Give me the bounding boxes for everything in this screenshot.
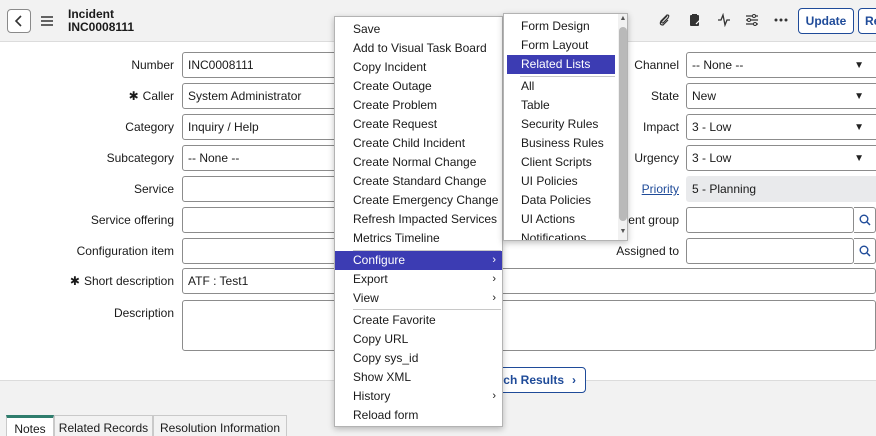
menu-item-history[interactable]: History › bbox=[335, 387, 502, 406]
context-menu: Save Add to Visual Task Board Copy Incid… bbox=[334, 16, 503, 427]
menu-item-create-standard-change[interactable]: Create Standard Change bbox=[335, 172, 502, 191]
description-label: Description bbox=[113, 306, 174, 320]
menu-item-export[interactable]: Export › bbox=[335, 270, 502, 289]
scroll-down-icon[interactable]: ▼ bbox=[618, 228, 627, 238]
caller-label: ✱ Caller bbox=[128, 89, 174, 103]
tab-notes[interactable]: Notes bbox=[6, 415, 54, 436]
scroll-up-icon[interactable]: ▲ bbox=[618, 15, 627, 25]
paperclip-icon[interactable] bbox=[657, 12, 673, 28]
subcategory-label: Subcategory bbox=[106, 151, 174, 165]
channel-select[interactable]: -- None -- ▼ bbox=[686, 52, 876, 78]
submenu-item-ui-actions[interactable]: UI Actions bbox=[504, 210, 614, 229]
submenu-item-form-design[interactable]: Form Design bbox=[504, 17, 614, 36]
chevron-down-icon: ▼ bbox=[854, 121, 864, 133]
search-icon bbox=[859, 214, 871, 226]
menu-item-save[interactable]: Save bbox=[335, 20, 502, 39]
update-button[interactable]: Update bbox=[798, 8, 854, 34]
chevron-right-icon: › bbox=[492, 292, 496, 304]
service-label: Service bbox=[133, 182, 174, 196]
settings-sliders-icon[interactable] bbox=[744, 12, 760, 28]
chevron-right-icon: › bbox=[492, 273, 496, 285]
activity-icon[interactable] bbox=[716, 12, 732, 28]
menu-item-copy-incident[interactable]: Copy Incident bbox=[335, 58, 502, 77]
scrollbar-thumb[interactable] bbox=[619, 27, 627, 221]
submenu-item-all[interactable]: All bbox=[504, 77, 614, 96]
menu-item-refresh-impacted-services[interactable]: Refresh Impacted Services bbox=[335, 210, 502, 229]
menu-item-copy-url[interactable]: Copy URL bbox=[335, 330, 502, 349]
menu-item-create-outage[interactable]: Create Outage bbox=[335, 77, 502, 96]
tab-related-records[interactable]: Related Records bbox=[54, 415, 153, 436]
menu-item-metrics-timeline[interactable]: Metrics Timeline bbox=[335, 229, 502, 248]
number-field[interactable]: INC0008111 bbox=[182, 52, 342, 78]
assignment-group-lookup-button[interactable] bbox=[854, 207, 876, 233]
mandatory-marker: ✱ bbox=[69, 274, 80, 288]
configuration-item-label: Configuration item bbox=[76, 244, 174, 258]
assigned-to-label: Assigned to bbox=[616, 244, 679, 258]
service-offering-label: Service offering bbox=[90, 213, 174, 227]
menu-item-add-to-visual-task-board[interactable]: Add to Visual Task Board bbox=[335, 39, 502, 58]
subcategory-select[interactable]: -- None -- bbox=[182, 145, 342, 171]
search-icon bbox=[859, 245, 871, 257]
menu-separator bbox=[353, 309, 501, 310]
assignment-group-field[interactable] bbox=[686, 207, 854, 233]
resolve-button[interactable]: Re bbox=[858, 8, 876, 34]
chevron-down-icon: ▼ bbox=[854, 59, 864, 71]
submenu-item-form-layout[interactable]: Form Layout bbox=[504, 36, 614, 55]
configure-submenu: Form Design Form Layout Related Lists Al… bbox=[503, 13, 628, 241]
submenu-item-ui-policies[interactable]: UI Policies bbox=[504, 172, 614, 191]
submenu-item-related-lists[interactable]: Related Lists bbox=[507, 55, 615, 74]
menu-item-create-problem[interactable]: Create Problem bbox=[335, 96, 502, 115]
tab-resolution-information[interactable]: Resolution Information bbox=[153, 415, 287, 436]
submenu-item-client-scripts[interactable]: Client Scripts bbox=[504, 153, 614, 172]
chevron-down-icon: ▼ bbox=[854, 152, 864, 164]
number-label: Number bbox=[131, 58, 174, 72]
assigned-to-lookup-button[interactable] bbox=[854, 238, 876, 264]
menu-item-create-request[interactable]: Create Request bbox=[335, 115, 502, 134]
caller-field[interactable]: System Administrator bbox=[182, 83, 342, 109]
menu-item-create-child-incident[interactable]: Create Child Incident bbox=[335, 134, 502, 153]
mandatory-marker: ✱ bbox=[128, 89, 139, 103]
submenu-scrollbar[interactable]: ▲ ▼ bbox=[618, 14, 627, 240]
chevron-left-icon bbox=[14, 15, 22, 27]
menu-item-show-xml[interactable]: Show XML bbox=[335, 368, 502, 387]
record-title: Incident INC0008111 bbox=[68, 8, 134, 34]
menu-item-create-emergency-change[interactable]: Create Emergency Change bbox=[335, 191, 502, 210]
description-textarea[interactable] bbox=[182, 300, 876, 351]
back-button[interactable] bbox=[7, 9, 31, 33]
short-description-field[interactable]: ATF : Test1 bbox=[182, 268, 876, 294]
chevron-down-icon: ▼ bbox=[854, 90, 864, 102]
submenu-item-business-rules[interactable]: Business Rules bbox=[504, 134, 614, 153]
chevron-right-icon: › bbox=[572, 373, 576, 387]
submenu-item-table[interactable]: Table bbox=[504, 96, 614, 115]
service-offering-field[interactable] bbox=[182, 207, 342, 233]
short-description-label: ✱ Short description bbox=[69, 274, 174, 288]
menu-item-reload-form[interactable]: Reload form bbox=[335, 406, 502, 425]
category-label: Category bbox=[125, 120, 174, 134]
submenu-item-data-policies[interactable]: Data Policies bbox=[504, 191, 614, 210]
clipboard-icon[interactable] bbox=[687, 12, 703, 28]
service-field[interactable] bbox=[182, 176, 342, 202]
record-number: INC0008111 bbox=[68, 20, 135, 34]
priority-field: 5 - Planning bbox=[686, 176, 876, 202]
assigned-to-field[interactable] bbox=[686, 238, 854, 264]
more-options-icon[interactable] bbox=[773, 12, 789, 28]
configuration-item-field[interactable] bbox=[182, 238, 342, 264]
category-select[interactable]: Inquiry / Help bbox=[182, 114, 342, 140]
menu-item-create-normal-change[interactable]: Create Normal Change bbox=[335, 153, 502, 172]
menu-icon[interactable] bbox=[40, 12, 54, 30]
menu-item-copy-sys-id[interactable]: Copy sys_id bbox=[335, 349, 502, 368]
submenu-item-notifications[interactable]: Notifications bbox=[504, 229, 614, 240]
urgency-select[interactable]: 3 - Low ▼ bbox=[686, 145, 876, 171]
chevron-right-icon: › bbox=[492, 390, 496, 402]
chevron-right-icon: › bbox=[492, 254, 496, 266]
menu-item-configure[interactable]: Configure › bbox=[335, 251, 502, 270]
menu-item-create-favorite[interactable]: Create Favorite bbox=[335, 311, 502, 330]
menu-item-view[interactable]: View › bbox=[335, 289, 502, 308]
impact-select[interactable]: 3 - Low ▼ bbox=[686, 114, 876, 140]
submenu-item-security-rules[interactable]: Security Rules bbox=[504, 115, 614, 134]
state-select[interactable]: New ▼ bbox=[686, 83, 876, 109]
